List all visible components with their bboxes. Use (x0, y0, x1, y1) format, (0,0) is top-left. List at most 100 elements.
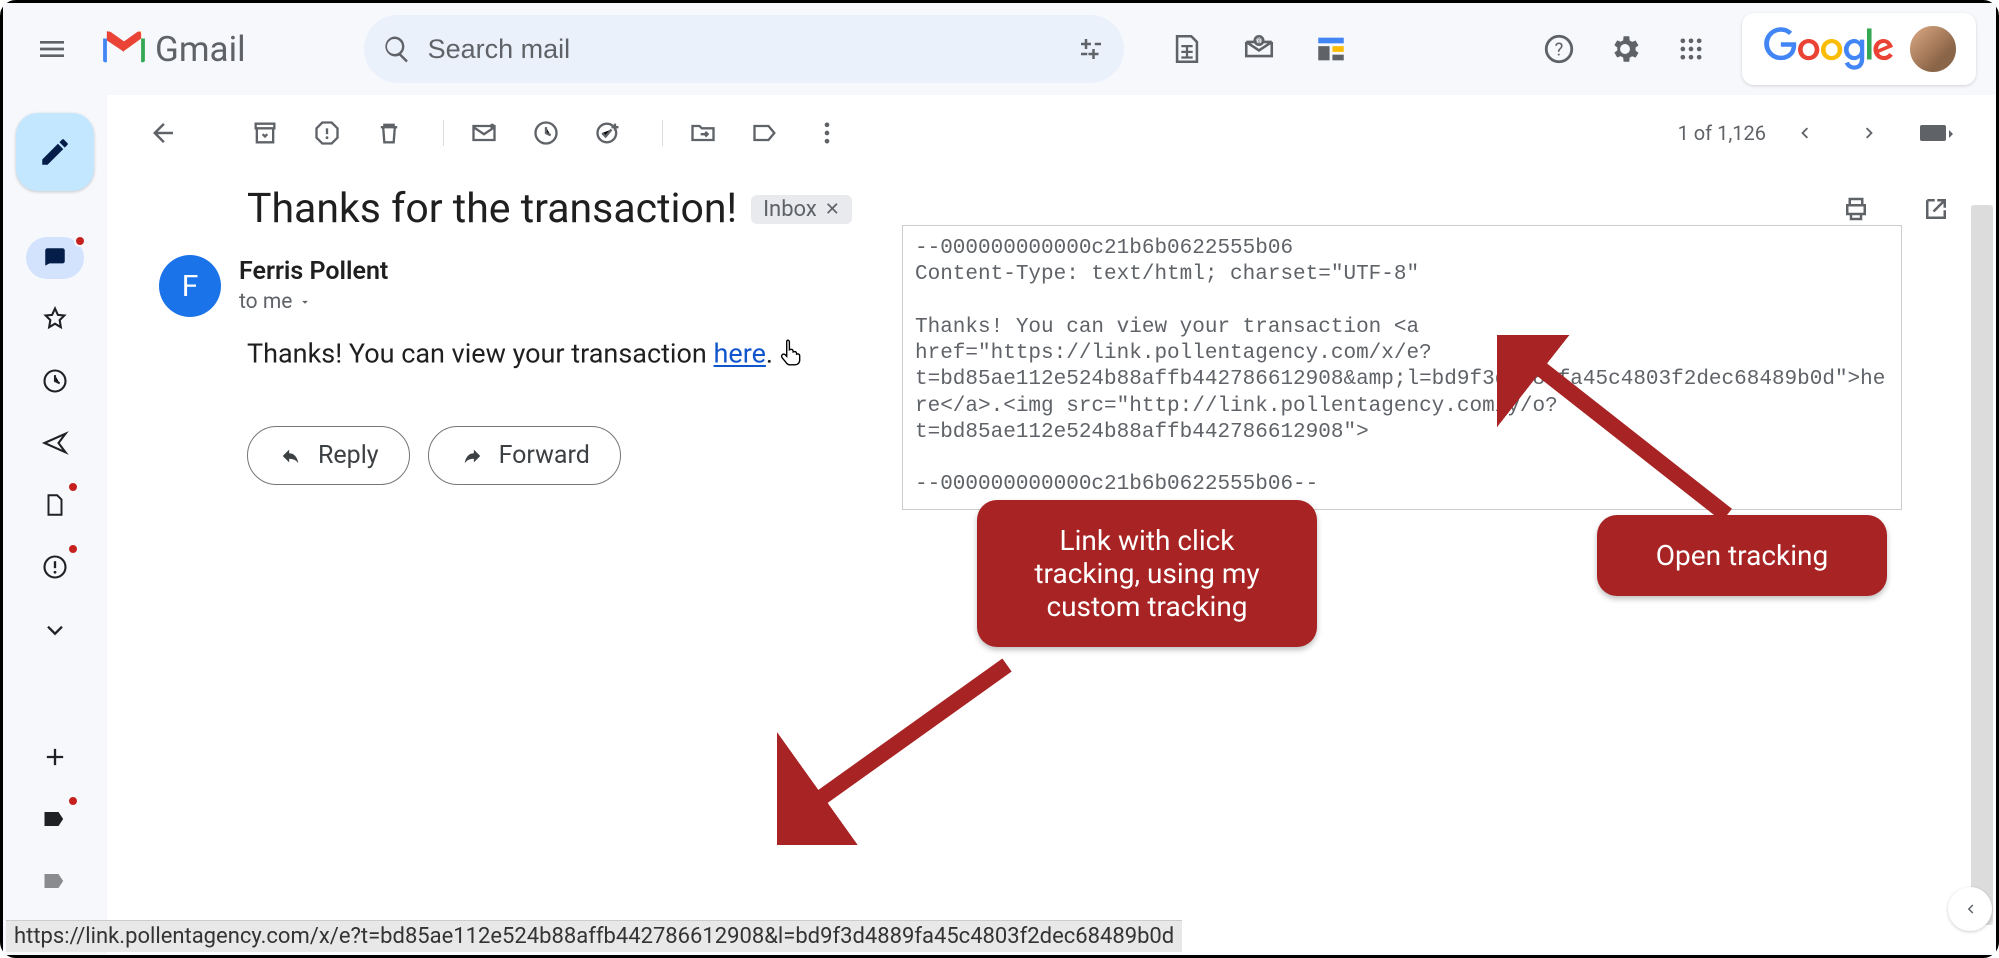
click-tracking-callout: Link with click tracking, using my custo… (977, 500, 1317, 647)
hand-cursor-icon (778, 337, 804, 374)
inbox-icon (42, 245, 68, 271)
sidebar-snoozed[interactable] (33, 359, 77, 403)
click-arrow (777, 655, 1027, 845)
content: 1 of 1,126 Thanks for the transaction! I… (107, 95, 1996, 955)
contacts-icon[interactable]: @ (1230, 20, 1288, 78)
label-icon (41, 805, 69, 833)
caret-down-icon (298, 295, 312, 309)
sidebar-inbox[interactable] (26, 237, 84, 279)
more-vert-icon (823, 119, 831, 147)
delete-button[interactable] (365, 109, 413, 157)
move-to-button[interactable] (679, 109, 727, 157)
send-icon (41, 429, 69, 457)
snooze-button[interactable] (522, 109, 570, 157)
status-bar: https://link.pollentagency.com/x/e?t=bd8… (6, 920, 1182, 952)
sidebar-sent[interactable] (33, 421, 77, 465)
open-new-window-button[interactable] (1912, 185, 1960, 233)
unread-dot (67, 543, 79, 555)
warning-icon (313, 119, 341, 147)
svg-text:@: @ (1255, 36, 1262, 45)
raw-source-box: --000000000000c21b6b0622555b06 Content-T… (902, 225, 1902, 510)
search-bar[interactable] (364, 15, 1124, 83)
side-panel-toggle[interactable] (1948, 887, 1992, 931)
add-task-button[interactable] (584, 109, 632, 157)
trash-icon (375, 119, 403, 147)
check-plus-icon (593, 119, 623, 147)
reply-icon (278, 445, 304, 467)
pager: 1 of 1,126 (1668, 109, 1974, 157)
sidebar-starred[interactable] (33, 297, 77, 341)
folder-arrow-icon (688, 119, 718, 147)
subject: Thanks for the transaction! (247, 185, 737, 233)
pager-text: 1 of 1,126 (1668, 121, 1776, 145)
avatar[interactable] (1908, 24, 1958, 74)
label-icon (750, 119, 780, 147)
keyboard-icon (1919, 122, 1953, 144)
forward-icon (459, 445, 485, 467)
arrow-left-icon (148, 118, 178, 148)
google-logo (1764, 27, 1894, 71)
compose-button[interactable] (16, 113, 94, 191)
mail-icon (469, 119, 499, 147)
reply-button[interactable]: Reply (247, 426, 410, 485)
input-tools-button[interactable] (1912, 109, 1960, 157)
vertical-scrollbar[interactable] (1971, 205, 1993, 925)
support-button[interactable]: ? (1530, 20, 1588, 78)
pencil-icon (38, 135, 72, 169)
sheets-icon[interactable] (1158, 20, 1216, 78)
unread-dot (74, 235, 86, 247)
sender-avatar[interactable]: F (159, 255, 221, 317)
body-prefix: Thanks! You can view your transaction (247, 338, 714, 370)
account-card[interactable] (1742, 13, 1976, 85)
settings-button[interactable] (1596, 20, 1654, 78)
star-icon (41, 305, 69, 333)
layout-icon[interactable] (1302, 20, 1360, 78)
sidebar-spam[interactable] (33, 545, 77, 589)
transaction-link[interactable]: here (714, 338, 766, 370)
labels-button[interactable] (741, 109, 789, 157)
to-line[interactable]: to me (239, 290, 388, 314)
file-icon (42, 492, 68, 518)
archive-button[interactable] (241, 109, 289, 157)
search-options-icon[interactable] (1076, 34, 1106, 64)
help-icon: ? (1542, 32, 1576, 66)
prev-message-button[interactable] (1780, 109, 1828, 157)
chevron-down-icon (41, 615, 69, 643)
sidebar-label-2[interactable] (33, 859, 77, 903)
open-tracking-callout: Open tracking (1597, 515, 1887, 596)
sidebar-drafts[interactable] (33, 483, 77, 527)
alert-icon (41, 553, 69, 581)
apps-button[interactable] (1662, 20, 1720, 78)
chip-text: Inbox (763, 197, 817, 222)
sidebar-label-1[interactable] (33, 797, 77, 841)
hamburger-icon (36, 33, 68, 65)
search-input[interactable] (428, 34, 1060, 65)
header: Gmail @ ? (3, 3, 1996, 95)
main: 1 of 1,126 Thanks for the transaction! I… (3, 95, 1996, 955)
status-url: https://link.pollentagency.com/x/e?t=bd8… (14, 924, 1174, 949)
sender-name: Ferris Pollent (239, 257, 388, 286)
header-extra-icons: @ (1158, 20, 1360, 78)
message-toolbar: 1 of 1,126 (129, 95, 1974, 171)
clock-icon (41, 367, 69, 395)
main-menu-button[interactable] (23, 20, 81, 78)
archive-icon (251, 119, 279, 147)
chevron-left-icon (1793, 122, 1815, 144)
chip-remove[interactable]: ✕ (825, 199, 840, 220)
next-message-button[interactable] (1846, 109, 1894, 157)
gmail-logo[interactable]: Gmail (99, 29, 246, 70)
report-spam-button[interactable] (303, 109, 351, 157)
label-icon (41, 867, 69, 895)
forward-button[interactable]: Forward (428, 426, 621, 485)
sidebar-more[interactable] (33, 607, 77, 651)
clock-icon (532, 119, 560, 147)
sidebar-create-label[interactable] (33, 735, 77, 779)
back-button[interactable] (139, 109, 187, 157)
more-button[interactable] (803, 109, 851, 157)
chevron-right-icon (1859, 122, 1881, 144)
body-suffix: . (766, 338, 773, 370)
gmail-text: Gmail (155, 29, 246, 70)
svg-text:?: ? (1555, 39, 1564, 60)
mark-unread-button[interactable] (460, 109, 508, 157)
label-chip[interactable]: Inbox ✕ (751, 195, 852, 224)
